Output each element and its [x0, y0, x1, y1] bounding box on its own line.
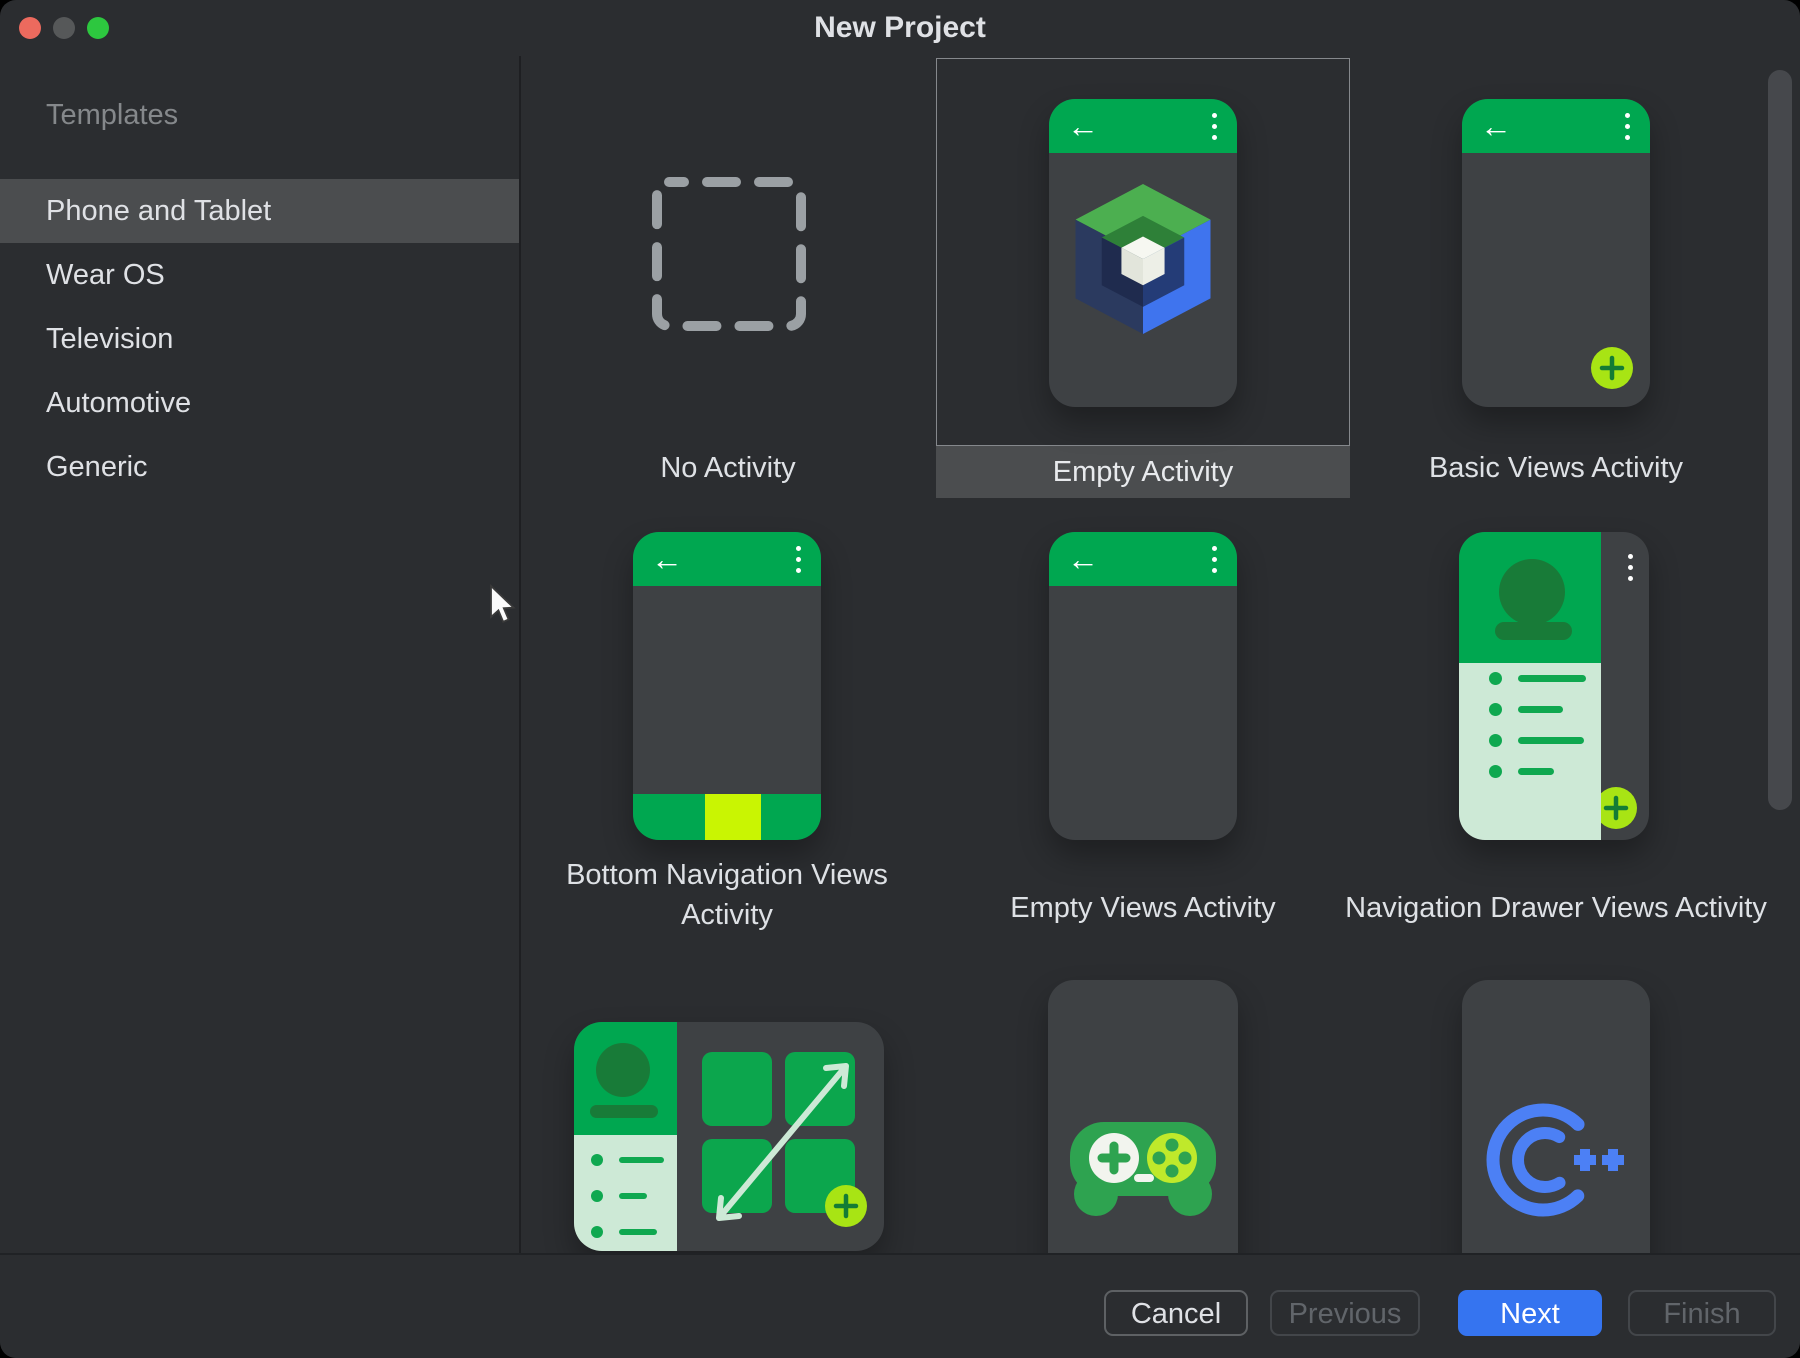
kebab-menu-icon	[796, 546, 801, 573]
window-title: New Project	[0, 0, 1800, 56]
cancel-button[interactable]: Cancel	[1104, 1290, 1248, 1336]
appbar-graphic: ←	[1049, 99, 1237, 153]
back-arrow-icon: ←	[1480, 104, 1512, 148]
back-arrow-icon: ←	[1067, 104, 1099, 148]
drawer-menu-item	[1489, 672, 1586, 685]
plus-fab-icon	[825, 1185, 867, 1227]
template-label-no-activity[interactable]: No Activity	[660, 452, 795, 485]
appbar-graphic: ←	[633, 532, 821, 586]
drawer-header-graphic	[1459, 532, 1601, 663]
sidebar-separator	[519, 56, 521, 1253]
plus-fab-icon	[1595, 787, 1637, 829]
sidebar-item-generic[interactable]: Generic	[0, 435, 519, 499]
drawer-body-graphic	[1459, 663, 1601, 840]
next-button[interactable]: Next	[1458, 1290, 1602, 1336]
previous-button[interactable]: Previous	[1270, 1290, 1420, 1336]
sidebar-item-automotive[interactable]: Automotive	[0, 371, 519, 435]
drawer-menu-item	[1489, 734, 1584, 747]
avatar	[1499, 559, 1565, 625]
template-label-empty-activity[interactable]: Empty Activity	[936, 446, 1350, 498]
tablet-responsive-grid-icon[interactable]	[574, 1022, 884, 1251]
gamepad-icon	[1058, 1116, 1228, 1220]
sidebar-item-wear-os[interactable]: Wear OS	[0, 243, 519, 307]
kebab-menu-icon	[1628, 554, 1633, 581]
finish-button[interactable]: Finish	[1628, 1290, 1776, 1336]
templates-header: Templates	[46, 97, 178, 133]
plus-fab-icon	[1591, 347, 1633, 389]
back-arrow-icon: ←	[651, 537, 683, 581]
new-project-dialog: New Project Templates Phone and Tablet W…	[0, 0, 1800, 1358]
template-label-navigation-drawer-views-activity[interactable]: Navigation Drawer Views Activity	[1345, 892, 1767, 925]
nav-drawer-graphic	[1459, 532, 1601, 840]
back-arrow-icon: ←	[1067, 537, 1099, 581]
template-label-bottom-navigation-views-activity[interactable]: Bottom Navigation Views Activity	[557, 855, 897, 935]
mouse-cursor	[486, 584, 516, 626]
empty-views-activity-phone-preview[interactable]: ←	[1049, 532, 1237, 840]
appbar-graphic: ←	[1462, 99, 1650, 153]
sidebar-item-phone-and-tablet[interactable]: Phone and Tablet	[0, 179, 519, 243]
bottom-nav-bar-graphic	[633, 794, 821, 840]
game-activity-phone-preview[interactable]	[1048, 980, 1238, 1288]
native-cpp-phone-preview[interactable]	[1462, 980, 1650, 1288]
bottom-nav-selected-tab-graphic	[705, 794, 761, 840]
empty-activity-phone-preview[interactable]: ←	[1049, 99, 1237, 407]
title-bar: New Project	[0, 0, 1800, 56]
jetpack-compose-cube-icon	[1068, 176, 1218, 342]
bottom-navigation-phone-preview[interactable]: ←	[633, 532, 821, 840]
basic-views-activity-phone-preview[interactable]: ←	[1462, 99, 1650, 407]
template-label-empty-views-activity[interactable]: Empty Views Activity	[1010, 892, 1275, 925]
drawer-menu-item	[1489, 703, 1563, 716]
avatar-name-bar	[1495, 622, 1572, 640]
appbar-graphic: ←	[1049, 532, 1237, 586]
dialog-footer: Cancel Previous Next Finish	[0, 1253, 1800, 1358]
kebab-menu-icon	[1212, 113, 1217, 140]
vertical-scrollbar-thumb[interactable]	[1768, 70, 1792, 810]
navigation-drawer-phone-preview[interactable]	[1459, 532, 1649, 840]
kebab-menu-icon	[1625, 113, 1630, 140]
cpp-icon	[1481, 1085, 1631, 1235]
template-label-basic-views-activity[interactable]: Basic Views Activity	[1429, 452, 1683, 485]
dashed-placeholder-icon[interactable]	[651, 176, 807, 332]
drawer-menu-item	[1489, 765, 1554, 778]
sidebar-item-television[interactable]: Television	[0, 307, 519, 371]
kebab-menu-icon	[1212, 546, 1217, 573]
